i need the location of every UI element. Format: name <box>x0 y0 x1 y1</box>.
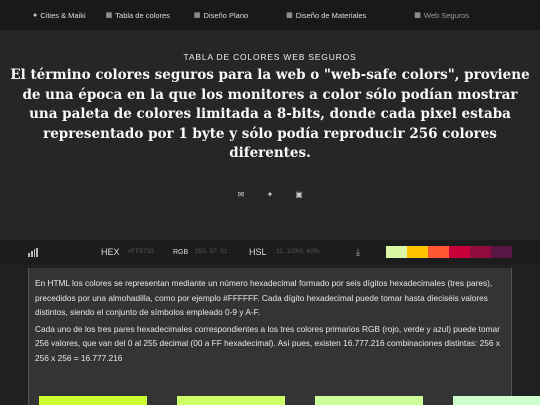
social-links: ✉ ✦ ▣ <box>0 190 540 199</box>
nav-item-diseno-de-materiales[interactable]: ▦ Diseño de Materiales <box>276 0 376 30</box>
swatch[interactable] <box>407 246 428 258</box>
nav-item-label: Diseño Plano <box>203 10 249 20</box>
color-card[interactable] <box>453 396 540 405</box>
hero-section: TABLA DE COLORES WEB SEGUROS El término … <box>0 30 540 240</box>
instagram-icon[interactable]: ▣ <box>295 190 304 199</box>
page-heading: El término colores seguros para la web o… <box>10 67 530 162</box>
swatch[interactable] <box>428 246 449 258</box>
table-icon: ▦ <box>105 12 113 19</box>
envelope-icon[interactable]: ✉ <box>237 190 246 199</box>
signal-bars-icon[interactable] <box>28 248 38 257</box>
nav-item-web-seguros[interactable]: ▦ Web Seguros <box>404 0 479 30</box>
color-card[interactable] <box>39 396 147 405</box>
download-icon[interactable]: ⤓ <box>356 247 360 258</box>
globe-icon: ● <box>33 11 38 19</box>
table-icon: ▦ <box>286 12 293 19</box>
nav-item-cities-maiki[interactable]: ● Cities & Maiki <box>23 0 96 30</box>
nav-item-tabla-de-colores[interactable]: ▦ Tabla de colores <box>96 0 180 30</box>
table-icon: ▦ <box>414 12 421 19</box>
nav-item-diseno-plano[interactable]: ▦ Diseño Plano <box>184 0 258 30</box>
palette-swatches <box>386 246 512 258</box>
rgb-label: RGB <box>173 249 189 256</box>
top-nav: ● Cities & Maiki ▦ Tabla de colores ▦ Di… <box>0 0 540 30</box>
nav-item-label: Cities & Maiki <box>40 10 86 20</box>
hex-value[interactable]: #FF5733 <box>128 248 154 255</box>
color-card[interactable] <box>177 396 285 405</box>
nav-item-label: Diseño de Materiales <box>295 10 367 20</box>
hsl-value[interactable]: 11, 100%, 60% <box>276 248 320 255</box>
color-cards <box>39 396 540 405</box>
content-panel: En HTML los colores se representan media… <box>28 268 540 405</box>
nav-item-label: Web Seguros <box>423 10 470 20</box>
rgb-paragraph: Cada uno de los tres pares hexadecimales… <box>35 323 500 363</box>
nav-item-label: Tabla de colores <box>115 10 170 20</box>
hsl-label: HSL <box>249 247 267 257</box>
twitter-icon[interactable]: ✦ <box>266 190 275 199</box>
rgb-value[interactable]: 255, 87, 51 <box>195 248 228 255</box>
intro-paragraph: En HTML los colores se representan media… <box>35 278 493 318</box>
table-icon: ▦ <box>193 12 201 19</box>
page-kicker: TABLA DE COLORES WEB SEGUROS <box>183 52 357 62</box>
swatch[interactable] <box>491 246 512 258</box>
swatch[interactable] <box>449 246 470 258</box>
hex-label: HEX <box>101 247 120 257</box>
color-card[interactable] <box>315 396 423 405</box>
swatch[interactable] <box>386 246 407 258</box>
color-info-bar: HEX #FF5733 RGB 255, 87, 51 HSL 11, 100%… <box>0 240 540 265</box>
swatch[interactable] <box>470 246 491 258</box>
